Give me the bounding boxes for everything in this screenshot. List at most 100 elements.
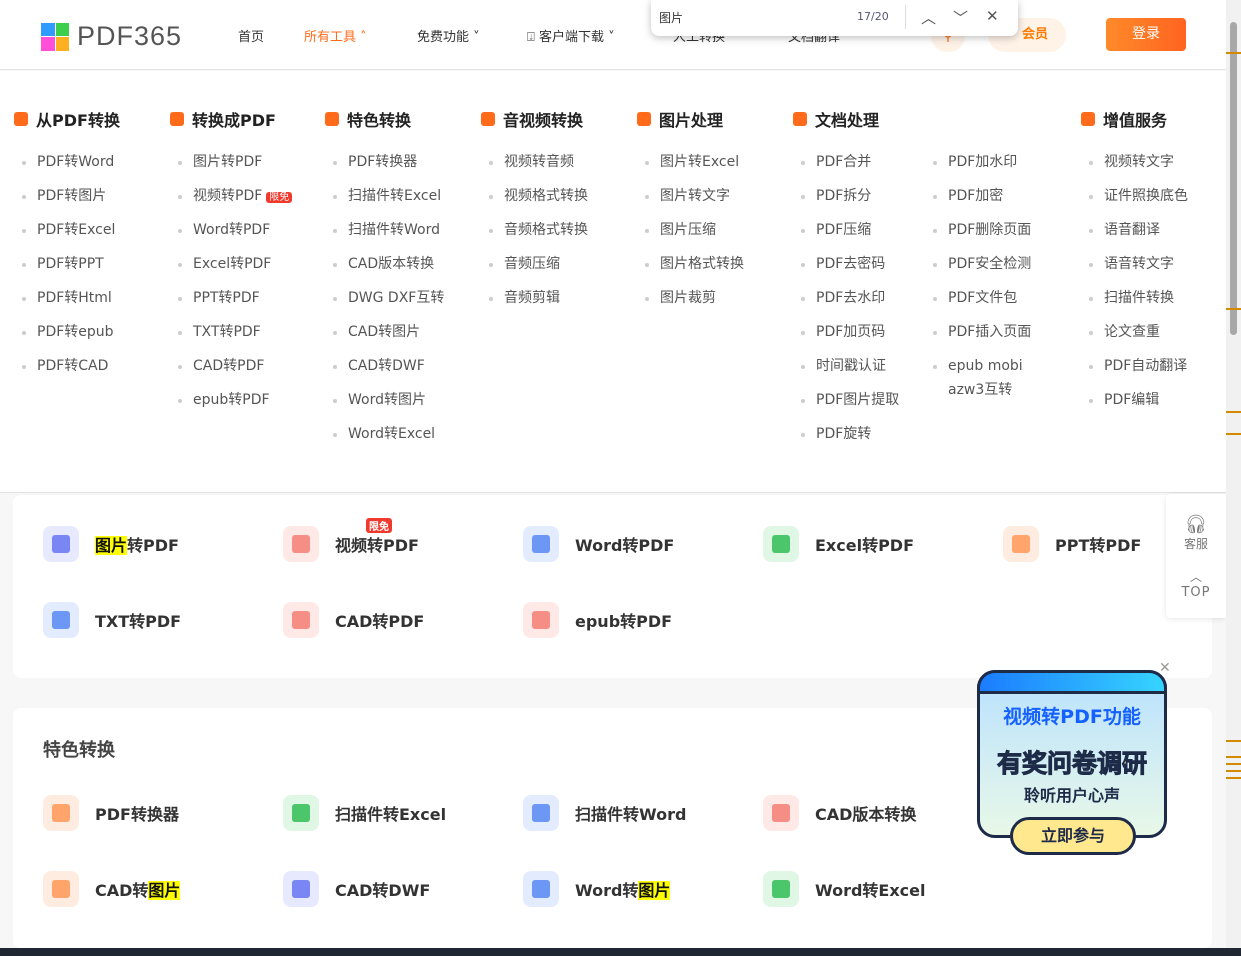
menu-item[interactable]: 音频格式转换 <box>489 218 588 242</box>
nav-download[interactable]: ⍗ 客户端下载 ˅ <box>527 26 615 45</box>
menu-item[interactable]: 视频转音频 <box>489 150 574 174</box>
menu-item[interactable]: Word转Excel <box>332 422 435 446</box>
menu-item[interactable]: CAD转PDF <box>177 354 264 378</box>
menu-item[interactable]: 图片压缩 <box>645 218 716 242</box>
menu-item[interactable]: 图片转文字 <box>645 184 730 208</box>
menu-item-label: PDF删除页面 <box>948 222 1032 238</box>
menu-item[interactable]: PDF转CAD <box>21 354 108 378</box>
menu-item[interactable]: PDF插入页面 <box>932 320 1031 344</box>
menu-item[interactable]: CAD转图片 <box>332 320 420 344</box>
logo[interactable]: PDF365 <box>41 21 182 52</box>
column-title-text: 增值服务 <box>1103 111 1168 130</box>
menu-item[interactable]: TXT转PDF <box>178 320 261 344</box>
tool-card[interactable]: 扫描件转Word <box>523 795 686 831</box>
find-prev-icon[interactable]: ︿ <box>921 7 936 28</box>
menu-item[interactable]: epub mobi azw3互转 <box>933 354 1048 402</box>
menu-item[interactable]: 语音翻译 <box>1089 218 1160 242</box>
menu-item[interactable]: 图片格式转换 <box>645 252 744 276</box>
menu-item[interactable]: PDF转Excel <box>21 218 115 242</box>
customer-service-button[interactable]: 🎧︎ 客服 <box>1166 494 1226 552</box>
tool-card[interactable]: 视频转PDF 限免 <box>283 518 419 562</box>
menu-item[interactable]: PDF转epub <box>22 320 114 344</box>
tool-card[interactable]: PPT转PDF <box>1003 526 1141 562</box>
menu-item[interactable]: PDF去水印 <box>800 286 885 310</box>
menu-item[interactable]: PDF自动翻译 <box>1088 354 1187 378</box>
menu-item[interactable]: 扫描件转换 <box>1089 286 1174 310</box>
menu-item[interactable]: 扫描件转Excel <box>332 184 441 208</box>
category-icon <box>325 112 339 126</box>
close-icon[interactable]: ✕ <box>1159 660 1171 676</box>
menu-item[interactable]: PDF拆分 <box>800 184 871 208</box>
menu-item[interactable]: PDF转Word <box>21 150 114 174</box>
menu-item[interactable]: DWG DXF互转 <box>332 286 444 310</box>
tool-card[interactable]: CAD版本转换 <box>763 795 916 831</box>
menu-item[interactable]: PDF删除页面 <box>932 218 1032 242</box>
tool-card[interactable]: epub转PDF <box>523 602 672 638</box>
category-icon <box>481 112 495 126</box>
menu-item[interactable]: 视频转文字 <box>1089 150 1174 174</box>
menu-item[interactable]: 语音转文字 <box>1089 252 1174 276</box>
tool-card[interactable]: Excel转PDF <box>763 526 914 562</box>
tool-label: 视频转PDF <box>335 536 419 555</box>
menu-item[interactable]: 音频压缩 <box>489 252 560 276</box>
menu-item[interactable]: 视频格式转换 <box>489 184 588 208</box>
tool-card[interactable]: CAD转图片 <box>43 871 181 907</box>
menu-item[interactable]: PDF图片提取 <box>800 388 900 412</box>
find-count: 17/20 <box>857 10 889 23</box>
back-to-top-button[interactable]: ︿ TOP <box>1166 552 1226 600</box>
menu-item[interactable]: 图片裁剪 <box>645 286 716 310</box>
find-input[interactable]: 图片 <box>659 9 683 26</box>
menu-item[interactable]: 证件照换底色 <box>1089 184 1188 208</box>
menu-item[interactable]: Word转图片 <box>333 388 426 412</box>
menu-item[interactable]: PDF文件包 <box>932 286 1017 310</box>
tool-card[interactable]: Word转Excel <box>763 871 926 907</box>
tool-card[interactable]: Word转图片 <box>523 871 671 907</box>
tool-card[interactable]: 扫描件转Excel <box>283 795 446 831</box>
menu-item[interactable]: PDF加密 <box>932 184 1003 208</box>
menu-item[interactable]: 图片转PDF <box>177 150 262 174</box>
menu-item[interactable]: PDF加水印 <box>932 150 1017 174</box>
tool-card[interactable]: 图片转PDF <box>43 526 179 562</box>
tool-card[interactable]: PDF转换器 <box>43 795 179 831</box>
scrollbar-thumb[interactable] <box>1230 22 1237 335</box>
nav-all-tools[interactable]: 所有工具 ˄ <box>304 26 367 45</box>
menu-item[interactable]: 扫描件转Word <box>333 218 440 242</box>
menu-item[interactable]: PDF安全检测 <box>932 252 1031 276</box>
tools-menu <box>0 71 1226 493</box>
menu-item[interactable]: Word转PDF <box>177 218 270 242</box>
menu-item[interactable]: PDF去密码 <box>800 252 885 276</box>
tool-card[interactable]: CAD转DWF <box>283 871 430 907</box>
nav-free[interactable]: 免费功能 ˅ <box>417 26 480 45</box>
find-next-icon[interactable]: ﹀ <box>953 7 968 28</box>
nav-home[interactable]: 首页 <box>238 26 264 45</box>
menu-item-label: PDF图片提取 <box>816 392 900 408</box>
menu-item[interactable]: PDF转Html <box>22 286 112 310</box>
find-close-icon[interactable]: ✕ <box>986 7 999 25</box>
menu-item[interactable]: PDF压缩 <box>800 218 871 242</box>
menu-item[interactable]: Excel转PDF <box>177 252 271 276</box>
tool-card[interactable]: Word转PDF <box>523 526 674 562</box>
scrollbar[interactable] <box>1226 0 1241 948</box>
menu-item[interactable]: 音频剪辑 <box>489 286 560 310</box>
menu-item[interactable]: PDF加页码 <box>800 320 885 344</box>
login-button[interactable]: 登录 <box>1106 18 1186 51</box>
menu-item[interactable]: 视频转PDF 限免 <box>177 184 293 210</box>
menu-item[interactable]: PDF转PPT <box>22 252 104 276</box>
join-survey-button[interactable]: 立即参与 <box>1010 817 1136 855</box>
menu-item[interactable]: PDF转图片 <box>21 184 106 208</box>
menu-item[interactable]: PDF合并 <box>800 150 871 174</box>
menu-item[interactable]: PDF旋转 <box>800 422 871 446</box>
menu-item[interactable]: PDF编辑 <box>1088 388 1159 412</box>
tool-card[interactable]: CAD转PDF <box>283 602 424 638</box>
tool-card[interactable]: TXT转PDF <box>43 602 181 638</box>
menu-item[interactable]: 图片转Excel <box>644 150 739 174</box>
menu-item[interactable]: epub转PDF <box>178 388 270 412</box>
menu-item[interactable]: CAD版本转换 <box>332 252 434 276</box>
menu-item[interactable]: 时间戳认证 <box>801 354 886 378</box>
menu-item[interactable]: PPT转PDF <box>178 286 260 310</box>
menu-item[interactable]: PDF转换器 <box>332 150 417 174</box>
menu-item[interactable]: CAD转DWF <box>333 354 425 378</box>
menu-item[interactable]: 论文查重 <box>1089 320 1160 344</box>
tool-label: Word转Excel <box>815 881 926 900</box>
survey-promo[interactable]: ✕ 视频转PDF功能 有奖问卷调研 聆听用户心声 立即参与 <box>977 660 1171 855</box>
